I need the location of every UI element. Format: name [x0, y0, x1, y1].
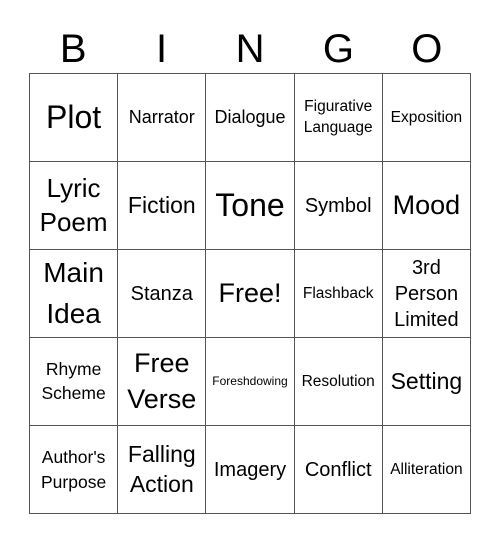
header-letter-i: I: [156, 27, 168, 71]
bingo-cell[interactable]: Imagery: [206, 426, 295, 514]
bingo-cell[interactable]: Dialogue: [206, 74, 295, 162]
bingo-cell[interactable]: Setting: [382, 338, 471, 426]
bingo-cell[interactable]: Author's Purpose: [30, 426, 119, 514]
bingo-cell[interactable]: Falling Action: [118, 426, 207, 514]
bingo-cell[interactable]: Stanza: [118, 250, 207, 338]
header-letter-b: B: [59, 27, 87, 71]
bingo-cell[interactable]: Resolution: [294, 338, 383, 426]
header-letter-o: O: [411, 27, 443, 71]
bingo-cell[interactable]: Main Idea: [30, 250, 119, 338]
bingo-cell[interactable]: Fiction: [118, 162, 207, 250]
bingo-grid: Plot Narrator Dialogue Figurative Langua…: [29, 73, 471, 514]
bingo-cell[interactable]: Free Verse: [118, 338, 207, 426]
bingo-cell[interactable]: Alliteration: [382, 426, 471, 514]
bingo-cell[interactable]: Mood: [382, 162, 471, 250]
bingo-cell[interactable]: Rhyme Scheme: [30, 338, 119, 426]
bingo-cell[interactable]: Narrator: [118, 74, 207, 162]
bingo-cell[interactable]: Foreshdowing: [206, 338, 295, 426]
bingo-header: B I N G O: [29, 26, 471, 72]
bingo-cell[interactable]: Tone: [206, 162, 295, 250]
header-letter-g: G: [322, 27, 354, 71]
bingo-cell[interactable]: Plot: [30, 74, 119, 162]
bingo-cell[interactable]: Flashback: [294, 250, 383, 338]
bingo-cell[interactable]: Conflict: [294, 426, 383, 514]
bingo-cell[interactable]: Figurative Language: [294, 74, 383, 162]
bingo-cell[interactable]: Lyric Poem: [30, 162, 119, 250]
bingo-cell[interactable]: Exposition: [382, 74, 471, 162]
bingo-cell[interactable]: Symbol: [294, 162, 383, 250]
bingo-cell[interactable]: 3rd Person Limited: [382, 250, 471, 338]
header-letter-n: N: [235, 27, 265, 71]
bingo-cell free-space[interactable]: Free!: [206, 250, 295, 338]
